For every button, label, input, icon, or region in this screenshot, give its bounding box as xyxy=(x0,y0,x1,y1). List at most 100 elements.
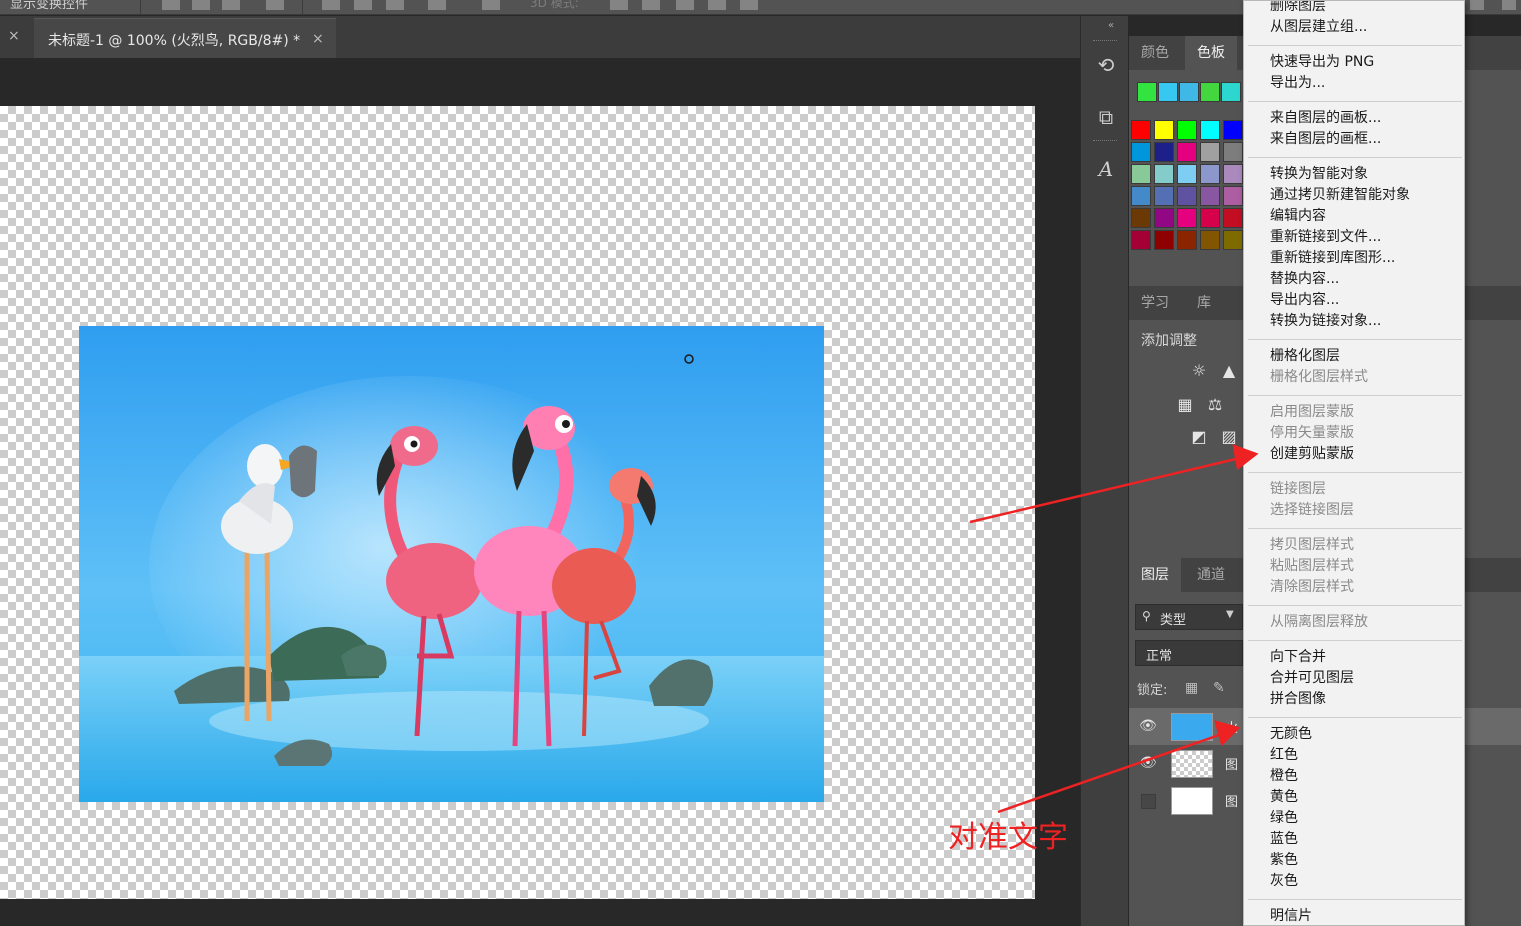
layer-thumbnail[interactable] xyxy=(1171,787,1213,815)
swatch[interactable] xyxy=(1200,230,1220,250)
visibility-eye-icon[interactable]: 👁 xyxy=(1139,718,1157,734)
menu-item[interactable]: 黄色 xyxy=(1270,786,1298,806)
tab-layers[interactable]: 图层 xyxy=(1129,558,1181,592)
history-icon[interactable]: ⟲ xyxy=(1093,52,1119,78)
visibility-toggle[interactable] xyxy=(1141,794,1156,809)
swatch[interactable] xyxy=(1131,208,1151,228)
strip-grip[interactable] xyxy=(1093,140,1117,143)
menu-item[interactable]: 合并可见图层 xyxy=(1270,667,1354,687)
menu-item[interactable]: 绿色 xyxy=(1270,807,1298,827)
swatch[interactable] xyxy=(1200,142,1220,162)
3d-roll-icon[interactable] xyxy=(642,0,660,10)
curves-icon[interactable]: ▲ xyxy=(1219,362,1239,380)
swatch[interactable] xyxy=(1177,186,1197,206)
swatch[interactable] xyxy=(1200,208,1220,228)
layer-name[interactable]: 图 xyxy=(1225,791,1238,810)
swatch[interactable] xyxy=(1223,164,1243,184)
menu-item[interactable]: 转换为链接对象... xyxy=(1270,310,1381,330)
align-bottom-icon[interactable] xyxy=(386,0,404,10)
3d-scale-icon[interactable] xyxy=(740,0,758,10)
layer-filter-select[interactable]: ⚲ 类型 ▼ xyxy=(1135,604,1243,630)
menu-item[interactable]: 通过拷贝新建智能对象 xyxy=(1270,184,1410,204)
menu-item[interactable]: 栅格化图层 xyxy=(1270,345,1340,365)
distribute-icon[interactable] xyxy=(266,0,284,10)
menu-item[interactable]: 创建剪贴蒙版 xyxy=(1270,443,1354,463)
menu-item[interactable]: 明信片 xyxy=(1270,905,1312,925)
3d-icon[interactable]: ⧉ xyxy=(1093,104,1119,130)
character-icon[interactable]: A xyxy=(1093,156,1119,182)
swatch[interactable] xyxy=(1223,230,1243,250)
menu-item[interactable]: 橙色 xyxy=(1270,765,1298,785)
menu-item[interactable]: 拼合图像 xyxy=(1270,688,1326,708)
lock-transparent-icon[interactable]: ▦ xyxy=(1185,680,1198,696)
visibility-eye-icon[interactable]: 👁 xyxy=(1139,755,1157,771)
menu-item[interactable]: 编辑内容 xyxy=(1270,205,1326,225)
menu-item[interactable]: 快速导出为 PNG xyxy=(1270,51,1374,71)
menu-item[interactable]: 紫色 xyxy=(1270,849,1298,869)
3d-rotate-icon[interactable] xyxy=(610,0,628,10)
swatch[interactable] xyxy=(1177,164,1197,184)
swatch[interactable] xyxy=(1154,208,1174,228)
menu-item[interactable]: 重新链接到库图形... xyxy=(1270,247,1395,267)
swatch[interactable] xyxy=(1131,186,1151,206)
swatch[interactable] xyxy=(1179,82,1199,102)
swatch[interactable] xyxy=(1221,82,1241,102)
align-center-icon[interactable] xyxy=(192,0,210,10)
swatch[interactable] xyxy=(1177,120,1197,140)
3d-pan-icon[interactable] xyxy=(676,0,694,10)
workspace-icon[interactable] xyxy=(1502,0,1516,10)
distribute-vertical-icon[interactable] xyxy=(428,0,446,10)
gradient-map-icon[interactable]: ▨ xyxy=(1219,428,1239,446)
menu-item[interactable]: 蓝色 xyxy=(1270,828,1298,848)
menu-item[interactable]: 灰色 xyxy=(1270,870,1298,890)
swatch[interactable] xyxy=(1154,142,1174,162)
layer-thumbnail[interactable] xyxy=(1171,713,1213,741)
blend-mode-select[interactable]: 正常 xyxy=(1135,640,1243,666)
swatch[interactable] xyxy=(1154,230,1174,250)
lock-paint-icon[interactable]: ✎ xyxy=(1213,680,1225,696)
swatch[interactable] xyxy=(1154,164,1174,184)
3d-slide-icon[interactable] xyxy=(708,0,726,10)
balance-icon[interactable]: ⚖ xyxy=(1205,396,1225,414)
align-right-icon[interactable] xyxy=(222,0,240,10)
flamingo-image-layer[interactable] xyxy=(79,326,824,802)
invert-icon[interactable]: ◩ xyxy=(1189,428,1209,446)
swatch[interactable] xyxy=(1131,120,1151,140)
swatch[interactable] xyxy=(1158,82,1178,102)
tab-libraries[interactable]: 库 xyxy=(1185,286,1223,320)
menu-item[interactable]: 来自图层的画框... xyxy=(1270,128,1381,148)
align-left-icon[interactable] xyxy=(162,0,180,10)
close-tab-icon[interactable]: × xyxy=(312,31,324,47)
menu-item[interactable]: 转换为智能对象 xyxy=(1270,163,1368,183)
menu-item[interactable]: 向下合并 xyxy=(1270,646,1326,666)
swatch[interactable] xyxy=(1177,230,1197,250)
menu-item[interactable]: 无颜色 xyxy=(1270,723,1312,743)
swatch[interactable] xyxy=(1137,82,1157,102)
swatch[interactable] xyxy=(1200,164,1220,184)
menu-item[interactable]: 替换内容... xyxy=(1270,268,1339,288)
tab-channels[interactable]: 通道 xyxy=(1185,558,1237,592)
menu-item[interactable]: 导出为... xyxy=(1270,72,1325,92)
tab-learn[interactable]: 学习 xyxy=(1129,286,1181,320)
swatch[interactable] xyxy=(1131,142,1151,162)
strip-grip[interactable] xyxy=(1093,40,1117,43)
tab-swatches[interactable]: 色板 xyxy=(1185,36,1237,70)
search-icon[interactable] xyxy=(1470,0,1484,10)
swatch[interactable] xyxy=(1223,208,1243,228)
swatch[interactable] xyxy=(1177,208,1197,228)
layer-name[interactable]: 图 xyxy=(1225,754,1238,773)
align-middle-icon[interactable] xyxy=(354,0,372,10)
swatch[interactable] xyxy=(1223,120,1243,140)
document-canvas[interactable] xyxy=(0,106,1035,899)
levels-icon[interactable]: ▦ xyxy=(1175,396,1195,414)
tab-color[interactable]: 颜色 xyxy=(1129,36,1181,70)
collapse-panels-icon[interactable]: « xyxy=(1108,20,1114,31)
layer-name[interactable]: 火 xyxy=(1225,717,1238,736)
swatch[interactable] xyxy=(1200,186,1220,206)
close-panel-icon[interactable]: × xyxy=(8,28,20,44)
menu-item[interactable]: 导出内容... xyxy=(1270,289,1339,309)
swatch[interactable] xyxy=(1223,186,1243,206)
swatch[interactable] xyxy=(1154,120,1174,140)
menu-item[interactable]: 红色 xyxy=(1270,744,1298,764)
menu-item[interactable]: 从图层建立组... xyxy=(1270,16,1367,36)
